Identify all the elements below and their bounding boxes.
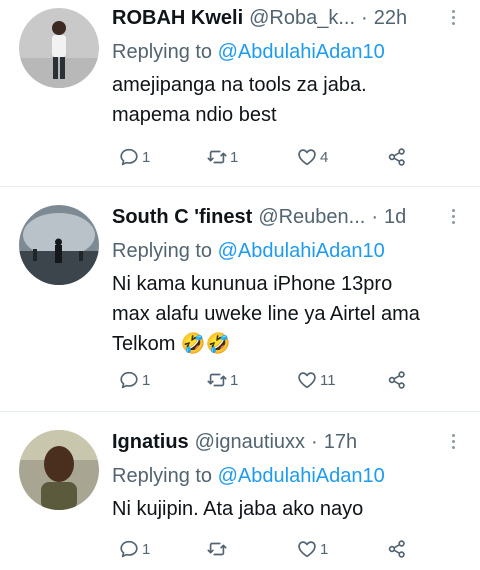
share-button[interactable] (386, 146, 408, 168)
timestamp[interactable]: 22h (374, 5, 407, 31)
like-button[interactable]: 1 (296, 538, 386, 560)
tweet-text-line: Ni kama kununua iPhone 13pro (112, 273, 393, 295)
replying-label: Replying to (112, 41, 213, 63)
like-button[interactable]: 11 (296, 369, 386, 391)
retweet-button[interactable] (206, 538, 296, 560)
reply-count: 1 (142, 148, 151, 166)
separator-dot: · (371, 206, 379, 228)
retweet-icon (207, 542, 227, 556)
like-icon (298, 372, 316, 389)
retweet-count: 1 (230, 371, 239, 389)
tweet-actions: 1 1 (118, 538, 420, 560)
mention-link[interactable]: @AbdulahiAdan10 (218, 240, 385, 262)
like-button[interactable]: 4 (296, 146, 386, 168)
separator-dot: · (311, 431, 318, 453)
retweet-count: 1 (230, 148, 239, 166)
reply-button[interactable]: 1 (118, 538, 206, 560)
tweet[interactable]: ROBAH Kweli @Roba_k... · 22h Replying to… (0, 0, 480, 186)
replying-to: Replying to @AbdulahiAdan10 (112, 463, 452, 489)
timestamp[interactable]: 17h (324, 429, 357, 455)
share-icon (388, 371, 405, 389)
avatar[interactable] (19, 430, 99, 510)
reply-count: 1 (142, 371, 151, 389)
like-count: 11 (320, 371, 336, 389)
like-icon (298, 541, 316, 558)
replying-label: Replying to (112, 465, 213, 487)
tweet-text: amejipanga na tools za jaba. mapema ndio… (112, 70, 452, 130)
replying-to: Replying to @AbdulahiAdan10 (112, 39, 452, 65)
more-icon[interactable] (450, 209, 456, 227)
tweet-text-line: max alafu uweke line ya Airtel ama (112, 303, 420, 325)
tweet-actions: 1 1 4 (118, 146, 420, 168)
more-icon[interactable] (450, 10, 456, 28)
tweet-header: ROBAH Kweli @Roba_k... · 22h (112, 5, 452, 31)
retweet-icon (207, 373, 227, 387)
tweet-text: Ni kujipin. Ata jaba ako nayo (112, 494, 452, 524)
retweet-icon (207, 150, 227, 164)
reply-button[interactable]: 1 (118, 369, 206, 391)
tweet-text-line: Telkom 🤣🤣 (112, 333, 231, 355)
user-handle[interactable]: @Roba_k... (249, 5, 355, 31)
reply-count: 1 (142, 540, 151, 558)
tweet-text-line: Ni kujipin. Ata jaba ako nayo (112, 498, 364, 520)
like-count: 4 (320, 148, 329, 166)
share-icon (388, 540, 405, 558)
replying-label: Replying to (112, 240, 213, 262)
separator-dot: · (361, 7, 368, 29)
tweet-text-line: mapema ndio best (112, 104, 277, 126)
retweet-button[interactable]: 1 (206, 146, 296, 168)
share-button[interactable] (386, 538, 408, 560)
tweet-actions: 1 1 11 (118, 369, 420, 391)
tweet[interactable]: Ignatius @ignautiuxx · 17h Replying to @… (0, 411, 480, 570)
tweet-text: Ni kama kununua iPhone 13pro max alafu u… (112, 269, 452, 359)
timestamp[interactable]: 1d (384, 204, 406, 230)
mention-link[interactable]: @AbdulahiAdan10 (218, 465, 385, 487)
like-count: 1 (320, 540, 329, 558)
display-name[interactable]: ROBAH Kweli (112, 5, 243, 31)
avatar[interactable] (19, 8, 99, 88)
more-icon[interactable] (450, 434, 456, 452)
tweet-text-line: amejipanga na tools za jaba. (112, 74, 367, 96)
tweet-header: Ignatius @ignautiuxx · 17h (112, 429, 452, 455)
user-handle[interactable]: @Reuben... (258, 204, 365, 230)
display-name[interactable]: South C 'finest (112, 204, 252, 230)
reply-icon (120, 540, 138, 558)
reply-icon (120, 371, 138, 389)
mention-link[interactable]: @AbdulahiAdan10 (218, 41, 385, 63)
share-button[interactable] (386, 369, 408, 391)
user-handle[interactable]: @ignautiuxx (195, 429, 305, 455)
like-icon (298, 149, 316, 166)
tweet-header: South C 'finest @Reuben... · 1d (112, 204, 452, 230)
display-name[interactable]: Ignatius (112, 429, 189, 455)
share-icon (388, 148, 405, 166)
replying-to: Replying to @AbdulahiAdan10 (112, 238, 452, 264)
retweet-button[interactable]: 1 (206, 369, 296, 391)
tweet[interactable]: South C 'finest @Reuben... · 1d Replying… (0, 186, 480, 411)
reply-button[interactable]: 1 (118, 146, 206, 168)
avatar[interactable] (19, 205, 99, 285)
reply-icon (120, 148, 138, 166)
